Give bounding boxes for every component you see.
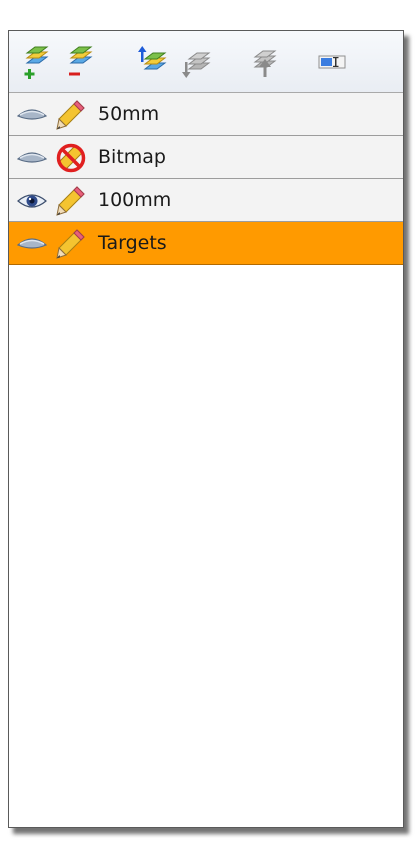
layer-name: Bitmap — [98, 146, 166, 168]
layer-row-50mm[interactable]: 50mm — [9, 93, 403, 136]
layer-name: 100mm — [98, 189, 172, 211]
remove-layer-icon — [69, 46, 93, 76]
eye-open-icon — [17, 194, 47, 208]
layer-name: 50mm — [98, 103, 160, 125]
pencil-icon — [56, 186, 85, 216]
merge-layer-button[interactable] — [249, 45, 283, 79]
eye-closed-icon — [16, 109, 48, 120]
eye-closed-icon — [16, 152, 48, 163]
layers-panel: 50mm Bitmap 100mm Targets — [8, 30, 404, 828]
visibility-toggle-button[interactable] — [16, 149, 48, 167]
move-layer-down-icon — [182, 52, 211, 78]
rename-layer-icon — [318, 55, 346, 69]
edit-toggle-button[interactable] — [55, 142, 87, 174]
layer-row-bitmap[interactable]: Bitmap — [9, 136, 403, 179]
edit-toggle-button[interactable] — [55, 185, 87, 217]
remove-layer-button[interactable] — [65, 45, 99, 79]
add-layer-button[interactable] — [21, 45, 55, 79]
eye-closed-icon — [16, 238, 48, 249]
move-layer-up-icon — [138, 46, 167, 70]
move-layer-up-button[interactable] — [137, 45, 171, 79]
layer-row-100mm[interactable]: 100mm — [9, 179, 403, 222]
edit-toggle-button[interactable] — [55, 228, 87, 260]
move-layer-down-button[interactable] — [181, 45, 215, 79]
layer-list: 50mm Bitmap 100mm Targets — [9, 93, 403, 265]
no-edit-icon — [56, 143, 86, 173]
rename-layer-button[interactable] — [315, 45, 349, 79]
layer-name: Targets — [98, 232, 167, 254]
visibility-toggle-button[interactable] — [16, 235, 48, 253]
visibility-toggle-button[interactable] — [16, 192, 48, 210]
layers-toolbar — [9, 31, 403, 93]
layer-row-targets[interactable]: Targets — [9, 222, 403, 265]
merge-layer-icon — [253, 50, 277, 77]
add-layer-icon — [24, 46, 49, 79]
visibility-toggle-button[interactable] — [16, 106, 48, 124]
pencil-icon — [56, 100, 85, 130]
edit-toggle-button[interactable] — [55, 99, 87, 131]
pencil-icon — [56, 229, 85, 259]
